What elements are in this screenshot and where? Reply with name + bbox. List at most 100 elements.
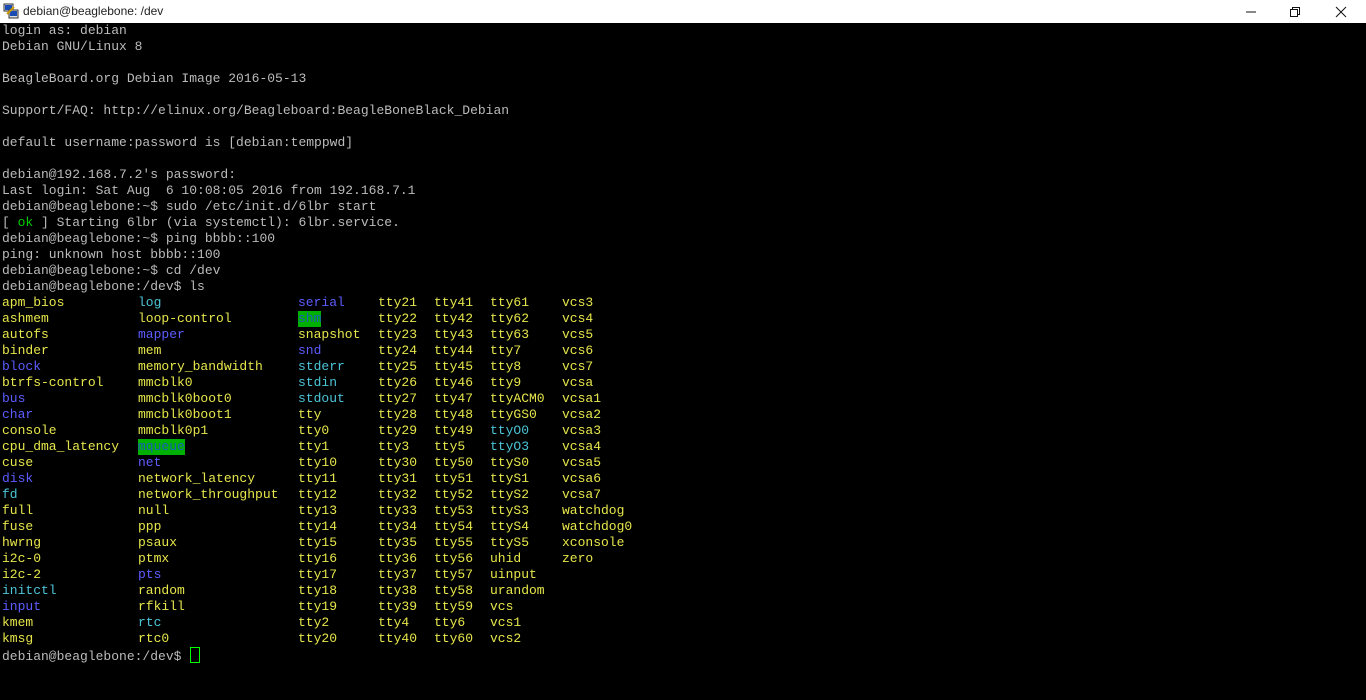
ls-entry: vcsa6 (562, 471, 602, 486)
ls-entry: uinput (490, 567, 537, 582)
ls-entry: tty11 (298, 471, 338, 486)
ls-entry: tty62 (490, 311, 530, 326)
ls-entry: tty26 (378, 375, 418, 390)
ls-entry: tty55 (434, 535, 474, 550)
ls-entry: ttyO0 (490, 423, 530, 438)
ls-entry: tty8 (490, 359, 522, 374)
ls-entry: mqueue (138, 439, 185, 455)
ls-row: initctl random tty18 tty38 tty58 urandom (2, 583, 545, 599)
ls-entry: tty59 (434, 599, 474, 614)
close-button[interactable] (1318, 0, 1364, 23)
terminal-line: debian@192.168.7.2's password: (2, 167, 509, 183)
ls-entry: tty18 (298, 583, 338, 598)
terminal-line: debian@beaglebone:~$ cd /dev (2, 263, 509, 279)
ls-entry: tty16 (298, 551, 338, 566)
ls-entry: i2c-2 (2, 567, 42, 582)
ls-entry: tty22 (378, 311, 418, 326)
terminal-area[interactable]: login as: debian Debian GNU/Linux 8 Beagle… (0, 23, 1352, 700)
ls-entry: pts (138, 567, 162, 582)
ls-entry: vcs5 (562, 327, 594, 342)
ls-entry: tty41 (434, 295, 474, 310)
shell-prompt: debian@beaglebone:/dev$ (2, 649, 190, 664)
ls-row: kmsg rtc0 tty20 tty40 tty60 vcs2 (2, 631, 521, 647)
ls-entry: tty48 (434, 407, 474, 422)
ls-entry: vcsa5 (562, 455, 602, 470)
ls-entry: stdin (298, 375, 338, 390)
ls-entry: tty23 (378, 327, 418, 342)
ls-entry: tty46 (434, 375, 474, 390)
ls-entry: zero (562, 551, 594, 566)
ls-entry: cpu_dma_latency (2, 439, 120, 454)
ls-entry: snapshot (298, 327, 361, 342)
ls-row: binder mem snd tty24 tty44 tty7 vcs6 (2, 343, 593, 359)
ls-entry: vcs1 (490, 615, 522, 630)
ls-entry: initctl (2, 583, 57, 598)
putty-icon[interactable] (3, 3, 19, 19)
ls-entry: tty15 (298, 535, 338, 550)
ls-entry: ttyO3 (490, 439, 530, 454)
ls-row: input rfkill tty19 tty39 tty59 vcs (2, 599, 513, 615)
ls-entry: urandom (490, 583, 545, 598)
ls-entry: stdout (298, 391, 345, 406)
restore-button[interactable] (1272, 0, 1318, 23)
ls-entry: vcsa4 (562, 439, 602, 454)
ls-entry: network_latency (138, 471, 256, 486)
ls-entry: apm_bios (2, 295, 65, 310)
ls-row: bus mmcblk0boot0 stdout tty27 tty47 ttyACM0 vc… (2, 391, 601, 407)
ls-entry: tty34 (378, 519, 418, 534)
ls-entry: network_throughput (138, 487, 279, 502)
ls-entry: tty30 (378, 455, 418, 470)
ls-entry: tty4 (378, 615, 410, 630)
ls-row: kmem rtc tty2 tty4 tty6 vcs1 (2, 615, 521, 631)
ls-entry: serial (298, 295, 345, 310)
ls-entry: tty63 (490, 327, 530, 342)
ls-entry: tty10 (298, 455, 338, 470)
terminal-text: debian@beaglebone:/dev$ ls (2, 279, 205, 294)
ls-entry: tty42 (434, 311, 474, 326)
ls-entry: snd (298, 343, 322, 358)
ls-entry: vcs6 (562, 343, 594, 358)
ls-entry: vcs3 (562, 295, 594, 310)
ls-entry: random (138, 583, 185, 598)
ls-entry: autofs (2, 327, 49, 342)
ls-row: disk network_latency tty11 tty31 tty51 ttyS1 v… (2, 471, 601, 487)
ls-entry: ashmem (2, 311, 49, 326)
ls-entry: rfkill (138, 599, 185, 614)
ls-entry: vcs2 (490, 631, 522, 646)
terminal-line: debian@beaglebone:~$ sudo /etc/init.d/6l… (2, 199, 509, 215)
ls-row: fuse ppp tty14 tty34 tty54 ttyS4 watchdog0 (2, 519, 632, 535)
ls-entry: i2c-0 (2, 551, 42, 566)
ls-entry: tty21 (378, 295, 418, 310)
ls-entry: tty6 (434, 615, 466, 630)
terminal-line: BeagleBoard.org Debian Image 2016-05-13 (2, 71, 509, 87)
ls-entry: char (2, 407, 34, 422)
terminal-scrollbar[interactable] (1352, 23, 1366, 700)
ls-entry: tty12 (298, 487, 338, 502)
close-icon (1335, 6, 1347, 18)
ls-row: i2c-0 ptmx tty16 tty36 tty56 uhid zero (2, 551, 593, 567)
ls-row: apm_bios log serial tty21 tty41 tty61 vcs3 (2, 295, 593, 311)
terminal-text: debian@beaglebone:~$ sudo /etc/init.d/6l… (2, 199, 377, 214)
minimize-button[interactable] (1228, 0, 1274, 23)
ls-entry: watchdog0 (562, 519, 633, 534)
ls-row: autofs mapper snapshot tty23 tty43 tty63 vcs5 (2, 327, 593, 343)
ls-entry: ttyS4 (490, 519, 530, 534)
ls-entry: vcs (490, 599, 514, 614)
ls-entry: tty49 (434, 423, 474, 438)
ls-entry: shm (298, 311, 322, 327)
ls-entry: log (138, 295, 162, 310)
ls-entry: full (2, 503, 34, 518)
ls-entry: tty43 (434, 327, 474, 342)
ls-entry: vcsa1 (562, 391, 602, 406)
terminal-text: debian@beaglebone:~$ cd /dev (2, 263, 221, 278)
ls-entry: mapper (138, 327, 185, 342)
ls-entry: tty7 (490, 343, 522, 358)
prompt-line[interactable]: debian@beaglebone:/dev$ (2, 647, 509, 664)
ls-entry: mmcblk0boot1 (138, 407, 232, 422)
ls-entry: tty17 (298, 567, 338, 582)
ls-entry: tty19 (298, 599, 338, 614)
ls-entry: ttyACM0 (490, 391, 545, 406)
